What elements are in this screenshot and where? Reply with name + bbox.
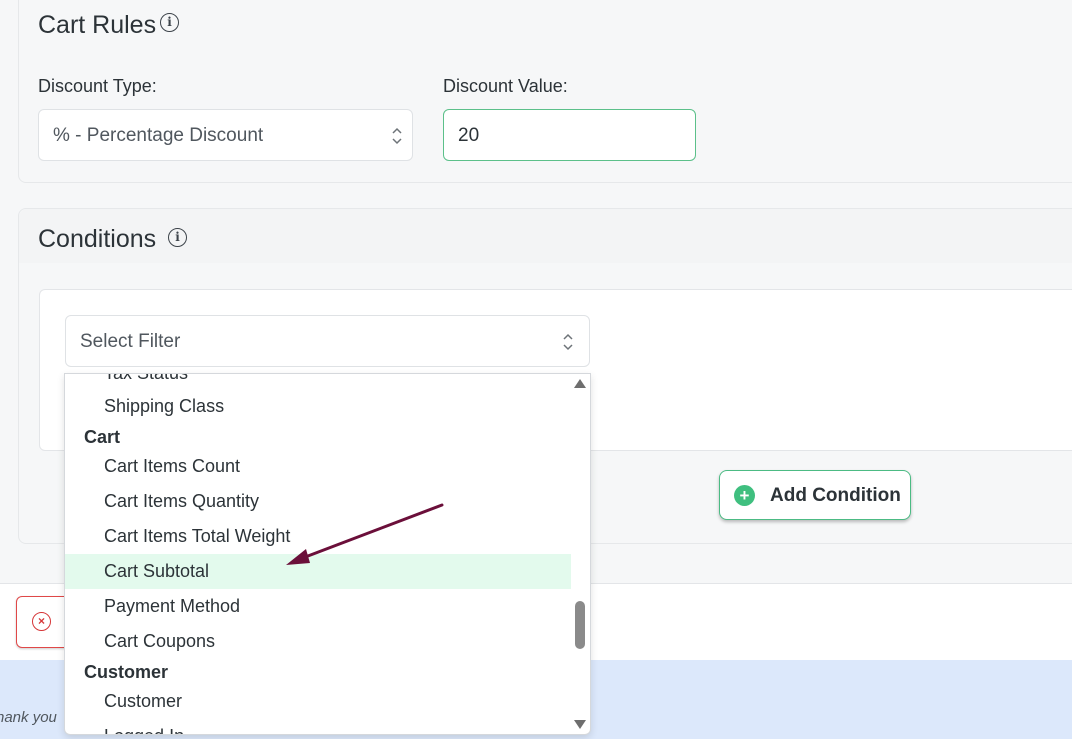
option-label: Cart Coupons (104, 631, 216, 651)
option-label: Payment Method (104, 596, 241, 616)
scroll-thumb[interactable] (575, 601, 585, 649)
list-item[interactable]: Logged In (65, 719, 571, 734)
conditions-title: Conditions (38, 225, 157, 253)
cart-rules-card: Cart Rules i Discount Type: % - Percenta… (18, 0, 1072, 183)
discount-value-input[interactable]: 20 (443, 109, 696, 161)
option-label: Logged In (104, 726, 184, 734)
annotation-arrow-icon (286, 503, 444, 565)
footer-text: hank you (0, 709, 57, 726)
option-label: Tax Status (104, 373, 189, 383)
select-updown-icon (563, 333, 573, 351)
add-condition-label: Add Condition (770, 485, 901, 506)
list-item[interactable]: Cart Coupons (65, 624, 571, 659)
list-item[interactable]: Shipping Class (65, 389, 571, 424)
discount-type-label: Discount Type: (38, 76, 157, 96)
group-label: Cart (84, 427, 121, 447)
info-icon[interactable]: i (168, 228, 187, 247)
select-updown-icon (392, 127, 402, 145)
list-item[interactable]: Payment Method (65, 589, 571, 624)
cart-rules-title: Cart Rules (38, 11, 157, 39)
option-label: Cart Items Count (104, 456, 241, 476)
list-item[interactable]: Cart Items Count (65, 449, 571, 484)
option-label: Customer (104, 691, 183, 711)
option-label: Cart Items Total Weight (104, 526, 291, 546)
info-icon[interactable]: i (160, 13, 179, 32)
close-circle-icon: × (32, 612, 51, 631)
group-header-customer: Customer (65, 657, 590, 687)
discount-type-value: % - Percentage Discount (53, 125, 264, 146)
option-label: Shipping Class (104, 396, 225, 416)
filter-select[interactable]: Select Filter (65, 315, 590, 367)
add-condition-button[interactable]: + Add Condition (719, 470, 911, 520)
discount-value-text: 20 (458, 125, 480, 146)
dropdown-scrollbar[interactable] (570, 374, 590, 734)
discount-type-select[interactable]: % - Percentage Discount (38, 109, 413, 161)
group-label: Customer (84, 662, 169, 682)
scroll-up-arrow-icon[interactable] (574, 379, 586, 388)
conditions-header: Conditions i (19, 209, 1072, 263)
group-header-cart: Cart (65, 422, 590, 452)
list-item[interactable]: Customer (65, 684, 571, 719)
plus-circle-icon: + (734, 485, 755, 506)
filter-select-placeholder: Select Filter (80, 331, 181, 352)
discount-value-label: Discount Value: (443, 76, 568, 96)
option-label: Cart Items Quantity (104, 491, 260, 511)
scroll-down-arrow-icon[interactable] (574, 720, 586, 729)
option-label: Cart Subtotal (104, 561, 210, 581)
